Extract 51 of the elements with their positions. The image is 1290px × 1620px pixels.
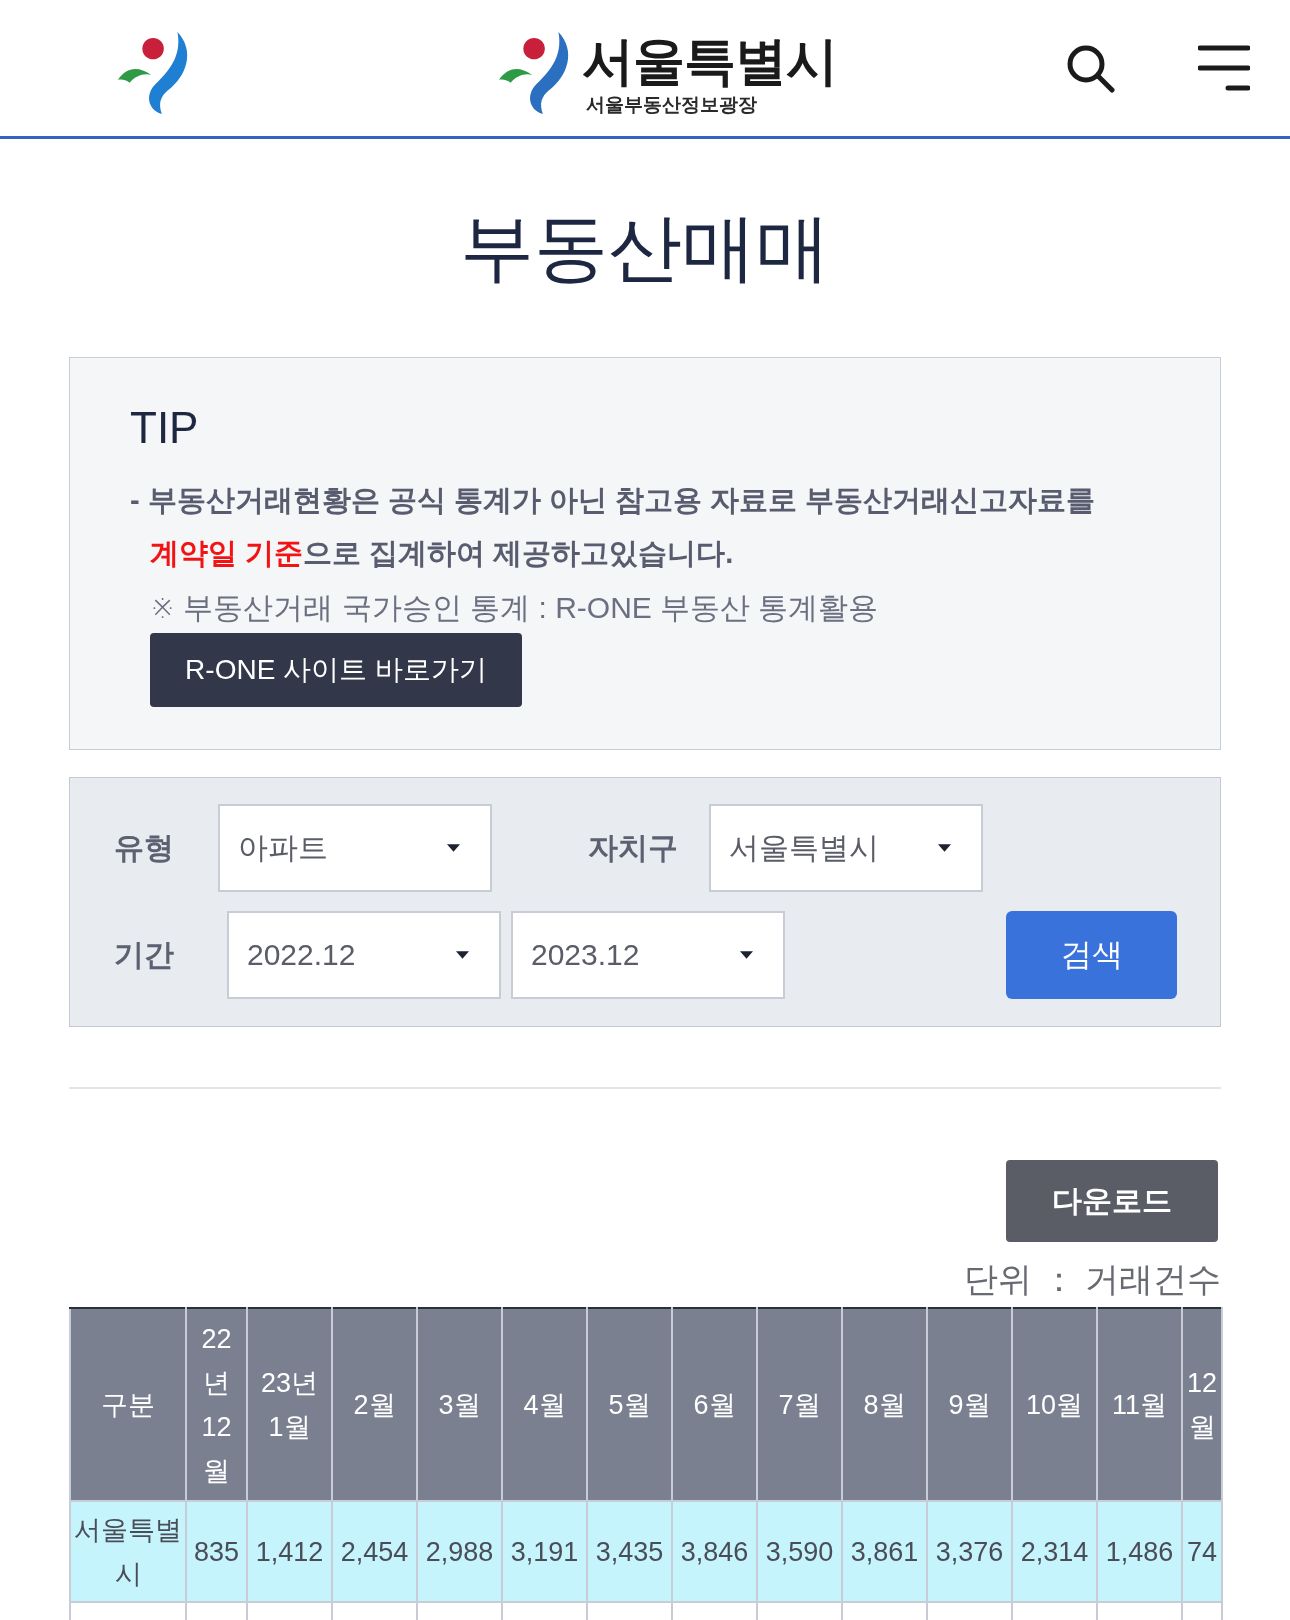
table-cell: 2,314 (1012, 1501, 1097, 1602)
column-header: 구분 (70, 1308, 186, 1501)
download-button[interactable]: 다운로드 (1006, 1160, 1218, 1242)
table-cell: 2,454 (332, 1501, 417, 1602)
search-button[interactable]: 검색 (1006, 911, 1177, 999)
tip-note: ※ 부동산거래 국가승인 통계 : R-ONE 부동산 통계활용 (150, 590, 880, 626)
column-header: 9월 (927, 1308, 1012, 1501)
column-header: 8월 (842, 1308, 927, 1501)
caret-icon (938, 844, 951, 852)
district-select[interactable]: 서울특별시 (709, 804, 983, 892)
tip-notice: - 부동산거래현황은 공식 통계가 아닌 참고용 자료로 부동산거래신고자료를 계약일 기준으로 집계하여 제공하고있습니다. (130, 483, 1097, 571)
column-header: 10월 (1012, 1308, 1097, 1501)
unit-note: 단위 ： 거래건수 (964, 1259, 1221, 1299)
table-cell: 3,861 (842, 1501, 927, 1602)
type-select[interactable]: 아파트 (218, 804, 492, 892)
column-header: 3월 (417, 1308, 502, 1501)
caret-icon (447, 844, 460, 852)
page-title: 부동산매매 (460, 205, 830, 291)
period-label: 기간 (114, 937, 175, 973)
table-cell: 3,376 (927, 1501, 1012, 1602)
column-header: 2월 (332, 1308, 417, 1501)
column-header: 23년1월 (247, 1308, 332, 1501)
period-start-select[interactable]: 2022.12 (227, 911, 501, 999)
tip-title: TIP (130, 402, 199, 454)
column-header: 4월 (502, 1308, 587, 1501)
table-cell: 3,590 (757, 1501, 842, 1602)
table-cell: 835 (186, 1501, 247, 1602)
caret-icon (740, 951, 753, 959)
table-cell: 2,988 (417, 1501, 502, 1602)
column-header: 22년12월 (186, 1308, 247, 1501)
caret-icon (456, 951, 469, 959)
column-header: 7월 (757, 1308, 842, 1501)
logo-subtitle: 서울부동산정보광장 (586, 93, 758, 117)
table-cell: 3,846 (672, 1501, 757, 1602)
table-cell: 74 (1182, 1501, 1222, 1602)
table-cell: 3,191 (502, 1501, 587, 1602)
column-header: 5월 (587, 1308, 672, 1501)
table-cell: 3,435 (587, 1501, 672, 1602)
search-icon[interactable] (1065, 43, 1115, 93)
column-header: 12월 (1182, 1308, 1222, 1501)
period-end-select[interactable]: 2023.12 (511, 911, 785, 999)
table-cell: 서울특별시 (70, 1501, 186, 1602)
table-cell: 1,412 (247, 1501, 332, 1602)
logo-title: 서울특별시 (582, 31, 837, 91)
type-label: 유형 (114, 830, 175, 866)
table-cell: 1,486 (1097, 1501, 1182, 1602)
column-header: 6월 (672, 1308, 757, 1501)
r-one-link-button[interactable]: R-ONE 사이트 바로가기 (150, 633, 522, 707)
column-header: 11월 (1097, 1308, 1182, 1501)
menu-icon[interactable] (1198, 45, 1250, 91)
district-label: 자치구 (588, 830, 679, 866)
